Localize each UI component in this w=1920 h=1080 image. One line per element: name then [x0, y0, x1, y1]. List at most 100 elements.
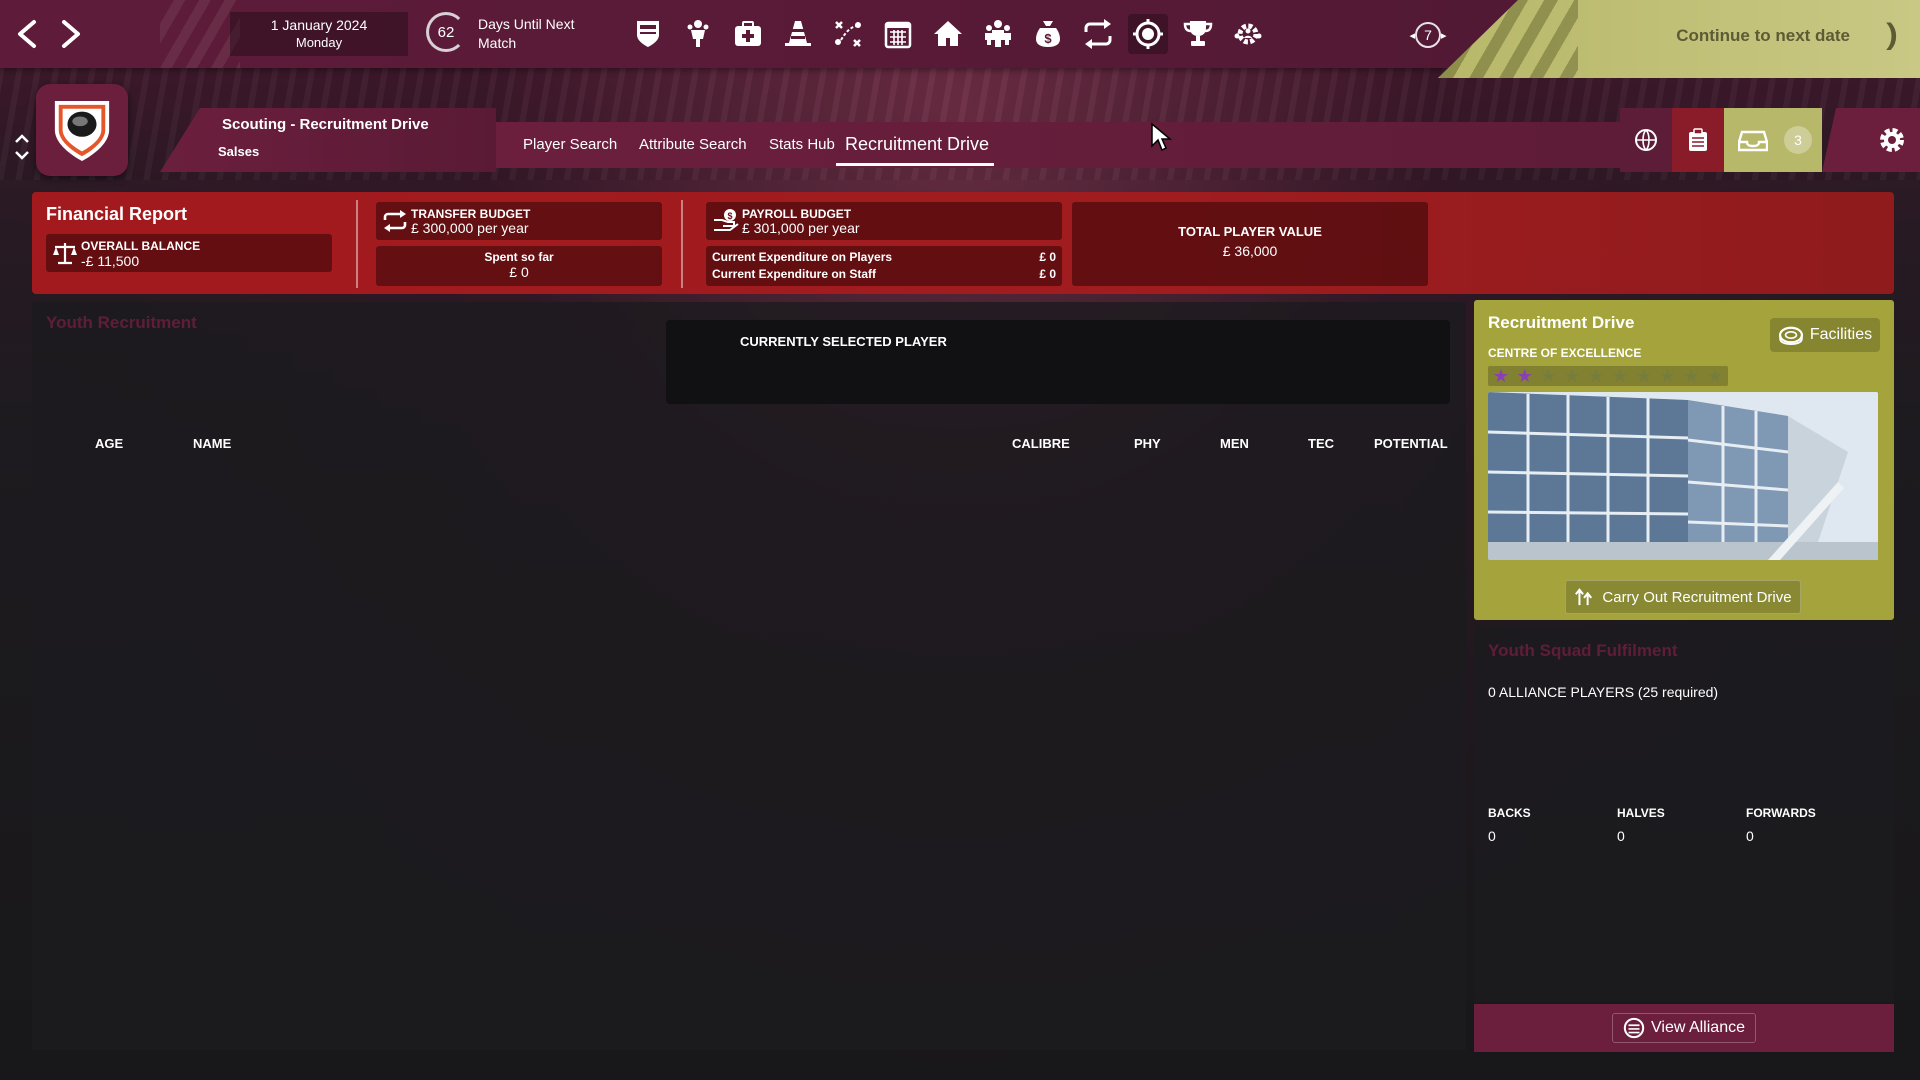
svg-text:$: $ [727, 211, 732, 221]
youth-recruitment-panel [32, 302, 1466, 1050]
notif-right-arrow-icon: ▸ [1441, 29, 1447, 42]
spent-value: £ 0 [509, 264, 529, 280]
star-filled-icon: ★ [1516, 366, 1533, 386]
finance-title: Financial Report [46, 204, 188, 224]
calendar-icon[interactable] [878, 14, 918, 54]
header-tools: 3 [1620, 108, 1920, 172]
tab-player-search[interactable]: Player Search [523, 136, 617, 153]
settings-button[interactable] [1822, 108, 1920, 172]
youth-squad-panel [1474, 626, 1894, 1002]
transfers-icon[interactable] [1078, 14, 1118, 54]
context-switch-icon[interactable] [12, 132, 32, 162]
staff-icon[interactable] [978, 14, 1018, 54]
globe-icon [1635, 129, 1657, 151]
star-empty-icon: ★ [1635, 366, 1652, 386]
tab-attribute-search[interactable]: Attribute Search [639, 136, 747, 153]
club-name: Salses [218, 144, 260, 159]
col-potential[interactable]: POTENTIAL [1374, 436, 1448, 451]
col-men[interactable]: MEN [1220, 436, 1249, 451]
transfer-budget-box: TRANSFER BUDGET £ 300,000 per year [376, 202, 662, 240]
payroll-icon: $ [712, 208, 740, 238]
exp-staff-value: £ 0 [1039, 267, 1056, 281]
star-empty-icon: ★ [1659, 366, 1676, 386]
club-badge-icon[interactable] [628, 14, 668, 54]
notifications-indicator[interactable]: ◂ 7 ▸ [1408, 20, 1448, 50]
col-name[interactable]: NAME [193, 436, 231, 451]
carry-out-recruitment-button[interactable]: Carry Out Recruitment Drive [1565, 580, 1801, 614]
inbox-icon [1738, 130, 1768, 152]
date-text: 1 January 2024 [270, 17, 368, 33]
continue-chevron-icon: )) [1886, 18, 1898, 51]
svg-text:$: $ [1044, 31, 1052, 46]
main-nav: $ [628, 14, 1268, 56]
col-tec[interactable]: TEC [1308, 436, 1334, 451]
col-phy[interactable]: PHY [1134, 436, 1161, 451]
col-age[interactable]: AGE [95, 436, 123, 451]
tab-recruitment-drive[interactable]: Recruitment Drive [845, 134, 989, 155]
facilities-button[interactable]: Facilities [1770, 318, 1880, 352]
alliance-icon [1623, 1017, 1645, 1039]
finance-moneybag-icon[interactable]: $ [1028, 14, 1068, 54]
backs-label: BACKS [1488, 806, 1531, 820]
stadium-home-icon[interactable] [928, 14, 968, 54]
tab-stats-hub[interactable]: Stats Hub [769, 136, 835, 153]
notification-count: 7 [1424, 27, 1432, 43]
star-empty-icon: ★ [1588, 366, 1605, 386]
selected-player-label: CURRENTLY SELECTED PLAYER [740, 334, 947, 349]
star-empty-icon: ★ [1564, 366, 1581, 386]
scouting-target-icon[interactable] [1128, 14, 1168, 54]
star-empty-icon: ★ [1611, 366, 1628, 386]
forward-arrow-icon[interactable] [52, 14, 88, 54]
clipboard-button[interactable] [1672, 108, 1724, 172]
days-label-line1: Days Until Next [478, 16, 575, 32]
settings-team-icon[interactable] [1228, 14, 1268, 54]
back-arrow-icon[interactable] [10, 14, 46, 54]
payroll-value: £ 301,000 per year [742, 220, 860, 236]
mouse-cursor-icon [1151, 122, 1172, 152]
centre-rating-stars: ★ ★ ★ ★ ★ ★ ★ ★ ★ ★ [1488, 366, 1728, 386]
carry-out-label: Carry Out Recruitment Drive [1602, 588, 1792, 606]
club-logo[interactable] [36, 84, 128, 176]
recruitment-drive-title: Recruitment Drive [1488, 313, 1635, 332]
selected-player-panel: CURRENTLY SELECTED PLAYER [666, 320, 1450, 404]
clipboard-icon [1689, 128, 1707, 151]
view-alliance-button[interactable]: View Alliance [1474, 1004, 1894, 1052]
decor-stripes [160, 0, 240, 68]
expenditure-box: Current Expenditure on Players £ 0 Curre… [706, 246, 1062, 286]
days-countdown: 62 [426, 12, 466, 52]
tactics-icon[interactable] [828, 14, 868, 54]
star-empty-icon: ★ [1683, 366, 1700, 386]
medical-icon[interactable] [728, 14, 768, 54]
total-player-value-box: TOTAL PLAYER VALUE £ 36,000 [1072, 202, 1428, 286]
facilities-label: Facilities [1809, 326, 1873, 343]
total-value-label: TOTAL PLAYER VALUE [1178, 224, 1322, 239]
balance-value: -£ 11,500 [81, 253, 140, 269]
col-calibre[interactable]: CALIBRE [1012, 436, 1070, 451]
club-shield-icon [54, 100, 110, 161]
inbox-button[interactable]: 3 [1724, 108, 1822, 172]
continue-button[interactable]: Continue to next date )) [1438, 0, 1920, 78]
exp-staff-label: Current Expenditure on Staff [712, 267, 877, 281]
finance-divider [356, 200, 358, 288]
youth-recruitment-title: Youth Recruitment [46, 313, 197, 332]
backs-value: 0 [1488, 828, 1496, 844]
facilities-stadium-icon [1778, 326, 1803, 345]
exp-players-label: Current Expenditure on Players [712, 250, 893, 264]
trophy-icon[interactable] [1178, 14, 1218, 54]
payroll-budget-box: $ PAYROLL BUDGET £ 301,000 per year [706, 202, 1062, 240]
transfer-budget-value: £ 300,000 per year [411, 220, 529, 236]
active-tab-underline [836, 163, 994, 166]
page-title: Scouting - Recruitment Drive [222, 116, 429, 133]
forwards-label: FORWARDS [1746, 806, 1816, 820]
continue-label: Continue to next date [1676, 26, 1850, 45]
star-empty-icon: ★ [1540, 366, 1557, 386]
halves-label: HALVES [1617, 806, 1665, 820]
transfer-budget-icon [382, 208, 408, 238]
globe-button[interactable] [1620, 108, 1672, 172]
star-empty-icon: ★ [1707, 366, 1724, 386]
players-icon[interactable] [678, 14, 718, 54]
scales-icon [52, 241, 78, 269]
overall-balance-box: OVERALL BALANCE -£ 11,500 [46, 234, 332, 272]
spent-label: Spent so far [484, 250, 554, 264]
training-cone-icon[interactable] [778, 14, 818, 54]
